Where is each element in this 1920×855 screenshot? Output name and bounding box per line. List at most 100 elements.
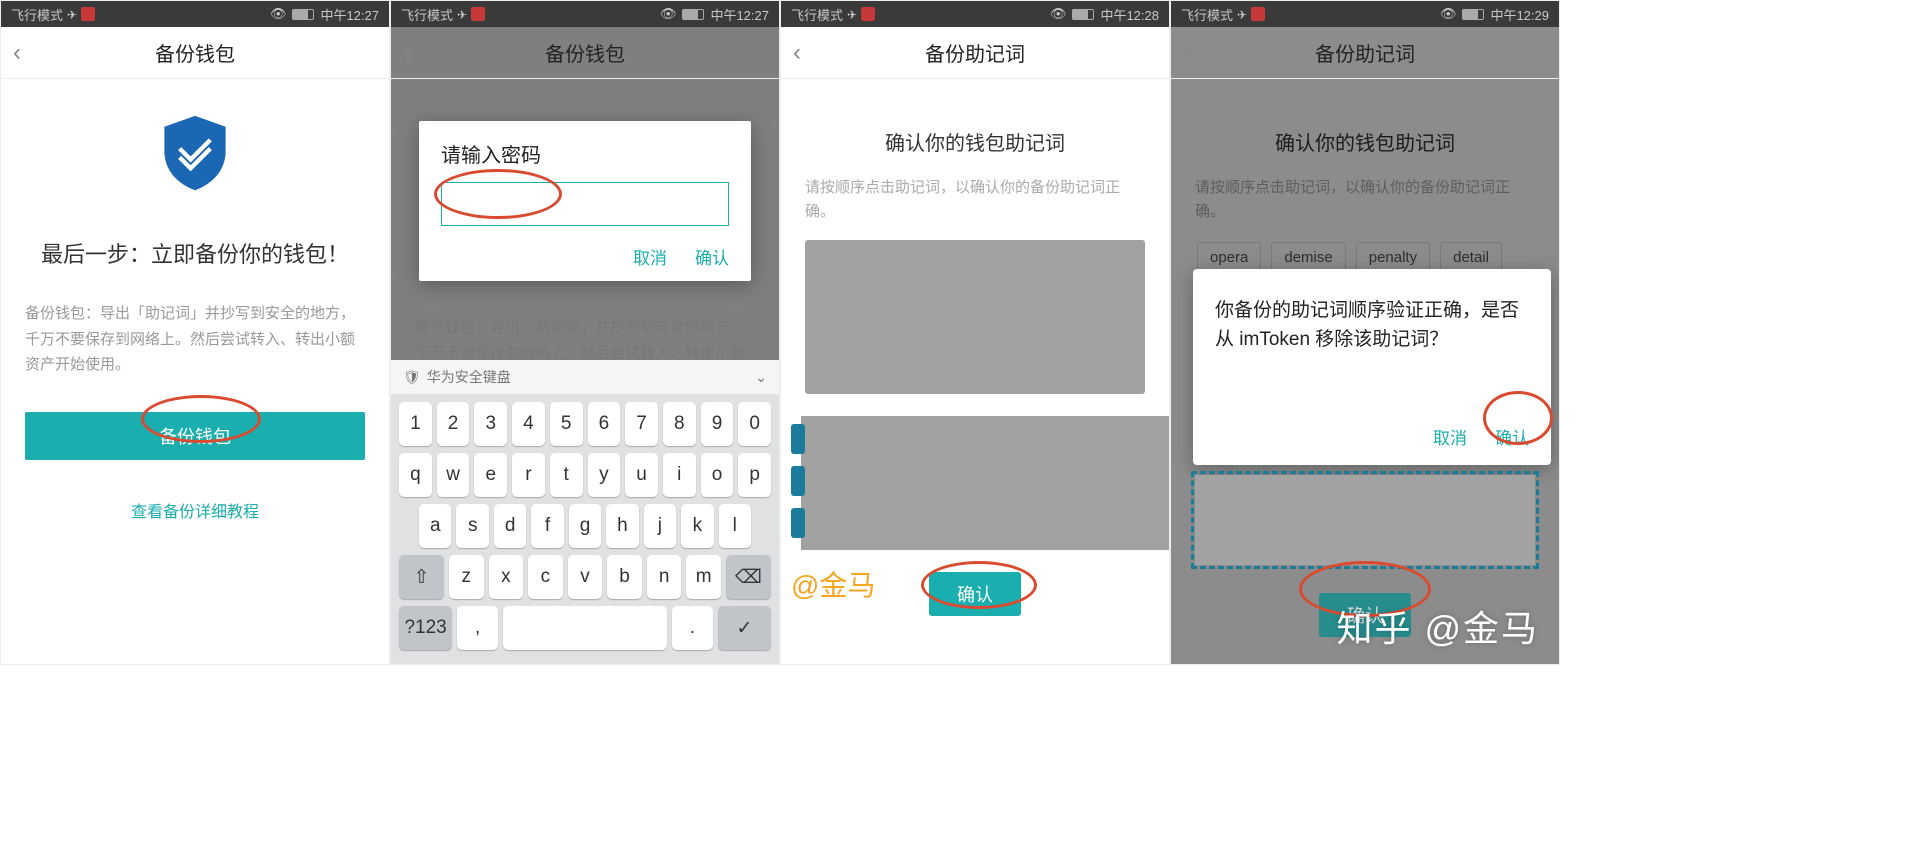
- battery-icon: [292, 9, 314, 20]
- key-r[interactable]: r: [512, 453, 545, 497]
- header-title: 备份助记词: [925, 38, 1025, 67]
- flight-mode-label: 飞行模式: [11, 5, 63, 24]
- selected-word-tag: [791, 424, 805, 454]
- shield-small-icon: 🛡: [403, 369, 421, 386]
- key-6[interactable]: 6: [588, 402, 621, 446]
- shield-icon: [160, 113, 230, 193]
- key-l[interactable]: l: [719, 504, 751, 548]
- confirm-button[interactable]: 确认: [1495, 424, 1529, 449]
- battery-icon: [682, 9, 704, 20]
- keyboard-brand-label: 华为安全键盘: [427, 367, 511, 387]
- password-dialog: 请输入密码 取消 确认: [419, 121, 751, 281]
- mnemonic-selection-area[interactable]: [801, 416, 1169, 550]
- status-time: 中午12:27: [710, 5, 769, 24]
- key-enter[interactable]: ✓: [718, 606, 771, 650]
- back-button[interactable]: ‹: [13, 39, 21, 67]
- airplane-icon: [1237, 7, 1247, 22]
- key-n[interactable]: n: [647, 555, 682, 599]
- tutorial-link[interactable]: 查看备份详细教程: [1, 498, 389, 522]
- dialog-title: 请输入密码: [441, 139, 729, 168]
- backup-wallet-button[interactable]: 备份钱包: [25, 412, 365, 460]
- confirm-button[interactable]: 确认: [695, 244, 729, 269]
- eye-icon: 👁: [1050, 6, 1067, 22]
- huawei-icon: [471, 7, 485, 21]
- key-s[interactable]: s: [456, 504, 488, 548]
- key-g[interactable]: g: [569, 504, 601, 548]
- chevron-down-icon[interactable]: ⌄: [755, 369, 767, 386]
- huawei-icon: [81, 7, 95, 21]
- key-i[interactable]: i: [663, 453, 696, 497]
- mnemonic-display-area: [805, 240, 1145, 394]
- status-bar: 飞行模式 👁 中午12:27: [391, 1, 779, 27]
- key-d[interactable]: d: [494, 504, 526, 548]
- password-input[interactable]: [441, 182, 729, 226]
- key-5[interactable]: 5: [550, 402, 583, 446]
- screen-backup-wallet: 飞行模式 👁 中午12:27 ‹ 备份钱包 最后一步：立即备份你的钱包！ 备份钱…: [0, 0, 390, 665]
- key-x[interactable]: x: [489, 555, 524, 599]
- back-button[interactable]: ‹: [793, 39, 801, 67]
- key-k[interactable]: k: [681, 504, 713, 548]
- key-8[interactable]: 8: [663, 402, 696, 446]
- cancel-button[interactable]: 取消: [1433, 424, 1467, 449]
- key-h[interactable]: h: [606, 504, 638, 548]
- cancel-button[interactable]: 取消: [633, 244, 667, 269]
- key-w[interactable]: w: [437, 453, 470, 497]
- key-a[interactable]: a: [419, 504, 451, 548]
- key-y[interactable]: y: [588, 453, 621, 497]
- key-u[interactable]: u: [625, 453, 658, 497]
- header: ‹ 备份助记词: [1171, 27, 1559, 79]
- status-time: 中午12:27: [320, 5, 379, 24]
- key-period[interactable]: .: [672, 606, 713, 650]
- main-heading: 最后一步：立即备份你的钱包！: [1, 237, 389, 269]
- key-backspace[interactable]: ⌫: [726, 555, 771, 599]
- key-4[interactable]: 4: [512, 402, 545, 446]
- mnemonic-area-redacted: [1195, 475, 1535, 565]
- flight-mode-label: 飞行模式: [401, 5, 453, 24]
- key-f[interactable]: f: [531, 504, 563, 548]
- mnemonic-area-outline: [1195, 475, 1535, 565]
- huawei-icon: [861, 7, 875, 21]
- key-7[interactable]: 7: [625, 402, 658, 446]
- selected-word-tag: [791, 466, 805, 496]
- verify-success-dialog: 你备份的助记词顺序验证正确，是否从 imToken 移除该助记词？ 取消 确认: [1193, 269, 1551, 465]
- selected-word-tag: [791, 508, 805, 538]
- airplane-icon: [67, 7, 77, 22]
- key-2[interactable]: 2: [437, 402, 470, 446]
- key-space[interactable]: [503, 606, 667, 650]
- back-button[interactable]: ‹: [403, 39, 411, 67]
- keyboard-row-asdf: asdfghjkl: [395, 504, 775, 548]
- key-b[interactable]: b: [607, 555, 642, 599]
- key-z[interactable]: z: [449, 555, 484, 599]
- confirm-button[interactable]: 确认: [929, 572, 1021, 616]
- description-text: 备份钱包：导出「助记词」并抄写到安全的地方，千万不要保存到网络上。然后尝试转入、…: [1, 301, 389, 378]
- key-t[interactable]: t: [550, 453, 583, 497]
- flight-mode-label: 飞行模式: [791, 5, 843, 24]
- header-title: 备份助记词: [1315, 38, 1415, 67]
- status-time: 中午12:28: [1100, 5, 1159, 24]
- status-bar: 飞行模式 👁 中午12:27: [1, 1, 389, 27]
- flight-mode-label: 飞行模式: [1181, 5, 1233, 24]
- key-q[interactable]: q: [399, 453, 432, 497]
- key-p[interactable]: p: [738, 453, 771, 497]
- key-j[interactable]: j: [644, 504, 676, 548]
- key-comma[interactable]: ,: [457, 606, 498, 650]
- screen-verify-success: 飞行模式 👁 中午12:29 ‹ 备份助记词 确认你的钱包助记词 请按顺序点击助…: [1170, 0, 1560, 665]
- status-bar: 飞行模式 👁 中午12:28: [781, 1, 1169, 27]
- key-shift[interactable]: ⇧: [399, 555, 444, 599]
- status-time: 中午12:29: [1490, 5, 1549, 24]
- key-0[interactable]: 0: [738, 402, 771, 446]
- key-symbols[interactable]: ?123: [399, 606, 452, 650]
- keyboard-row-numbers: 1234567890: [395, 402, 775, 446]
- key-v[interactable]: v: [568, 555, 603, 599]
- keyboard: 1234567890 qwertyuiop asdfghjkl ⇧zxcvbnm…: [391, 394, 779, 664]
- key-3[interactable]: 3: [474, 402, 507, 446]
- key-m[interactable]: m: [686, 555, 721, 599]
- sub-heading: 确认你的钱包助记词: [781, 127, 1169, 156]
- back-button[interactable]: ‹: [1183, 39, 1191, 67]
- key-c[interactable]: c: [528, 555, 563, 599]
- header: ‹ 备份助记词: [781, 27, 1169, 79]
- key-1[interactable]: 1: [399, 402, 432, 446]
- key-o[interactable]: o: [701, 453, 734, 497]
- key-e[interactable]: e: [474, 453, 507, 497]
- key-9[interactable]: 9: [701, 402, 734, 446]
